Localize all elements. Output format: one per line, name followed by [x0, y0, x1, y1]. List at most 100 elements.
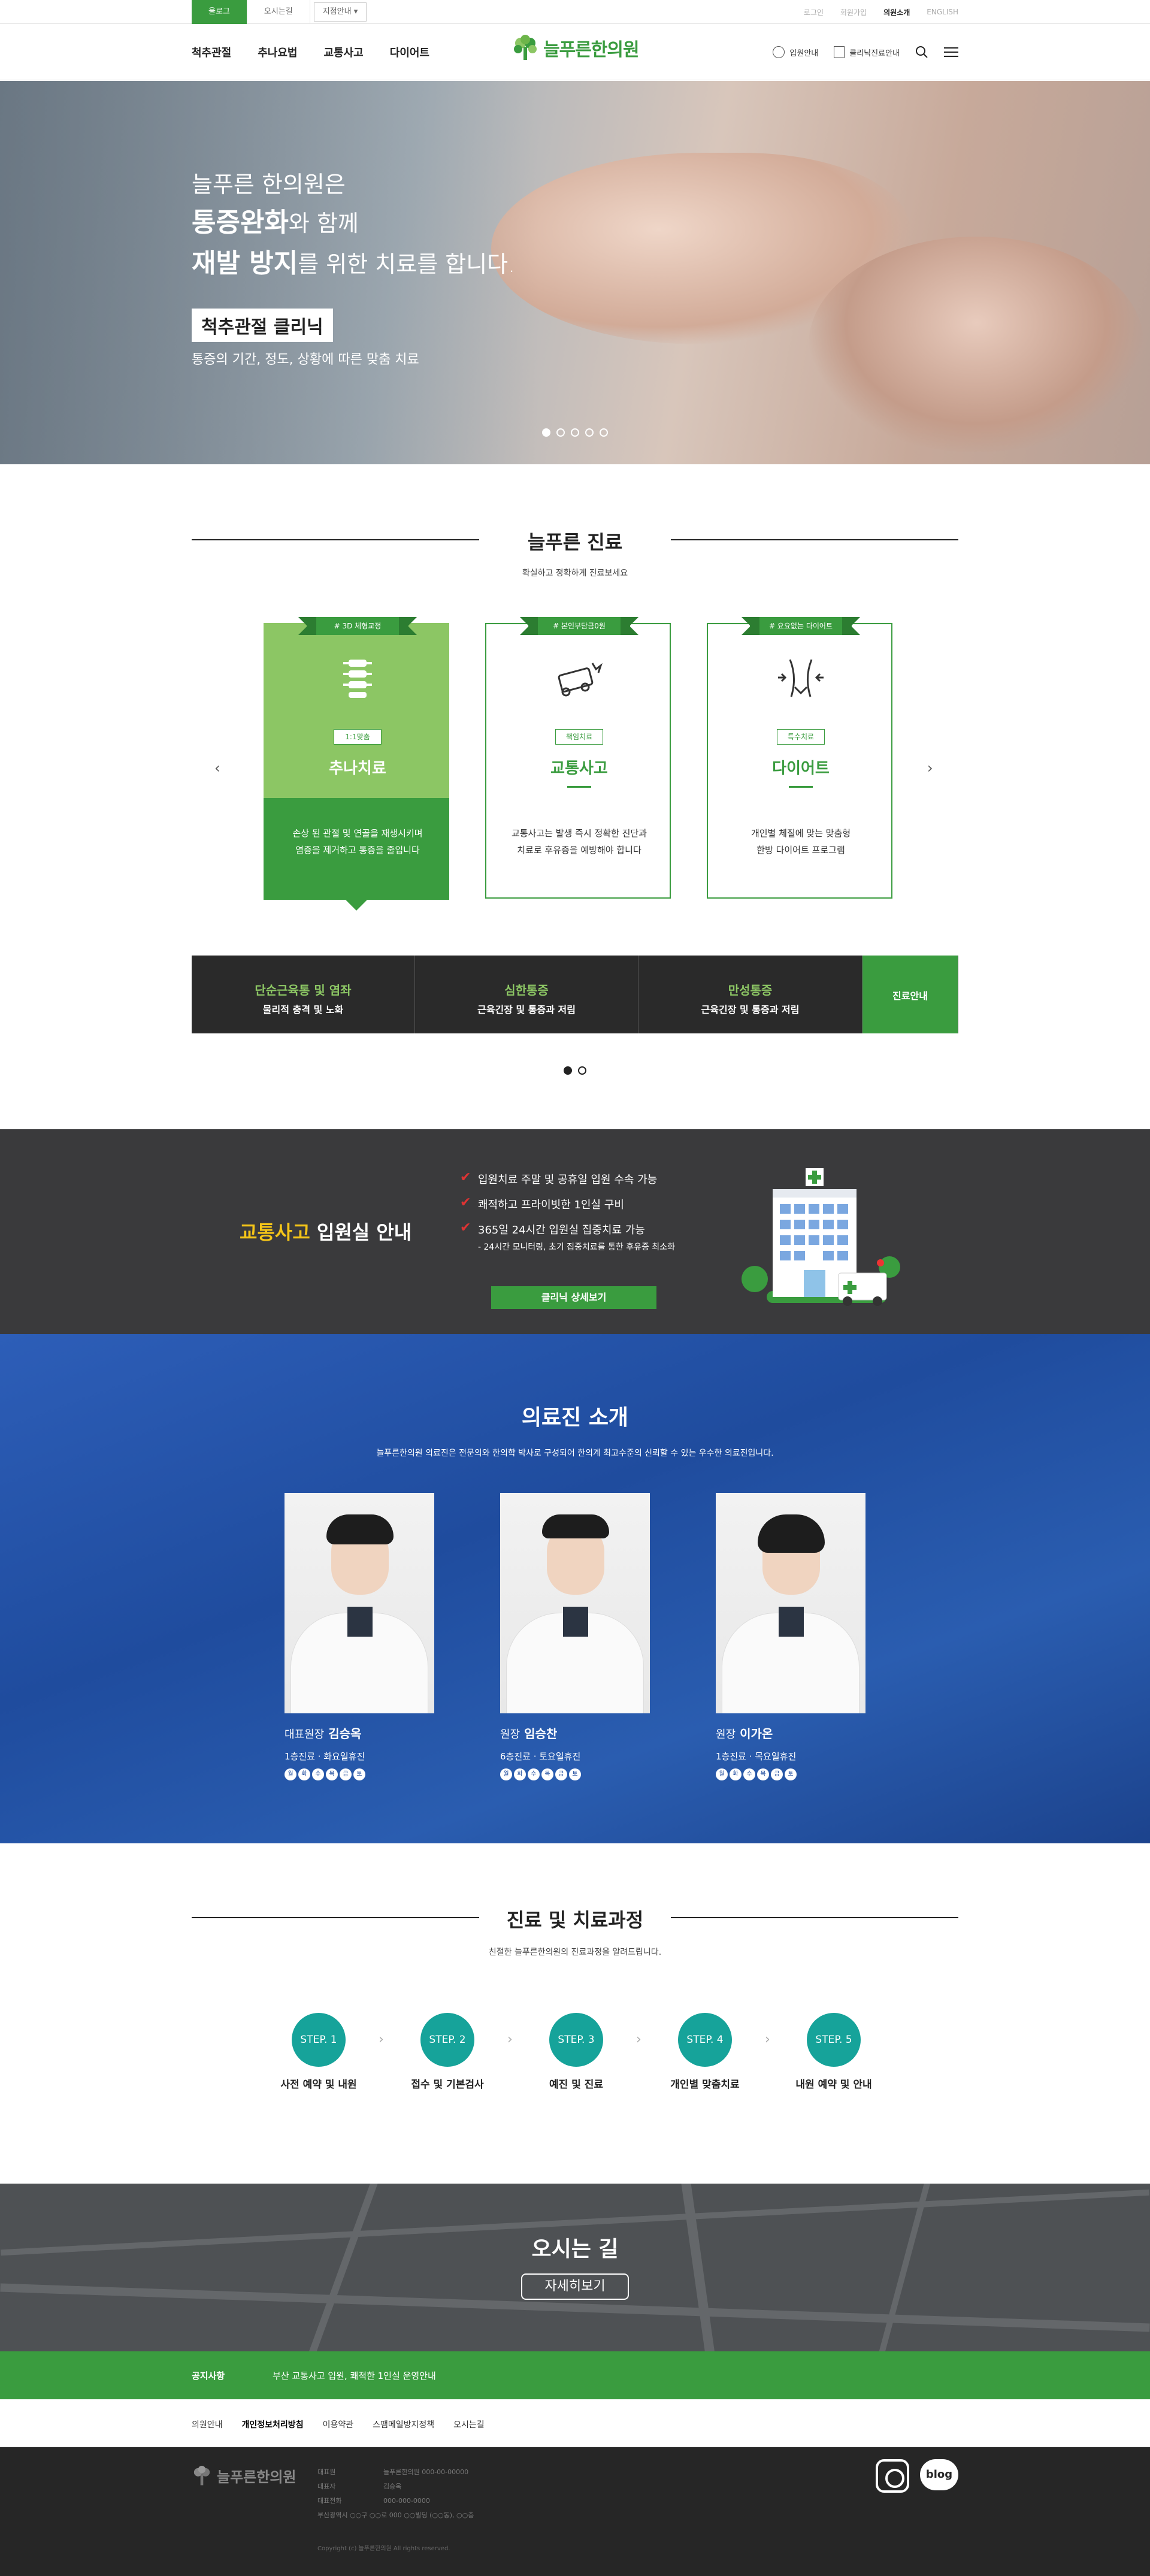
- doctor-days: 월화수목금토: [285, 1768, 434, 1780]
- clinic-info-link[interactable]: 클리닉진료안내: [834, 46, 900, 58]
- info-value: 늘푸른한의원 000-00-00000: [383, 2468, 469, 2476]
- doctor-card[interactable]: 원장 임승찬 6층진료 · 토요일휴진 월화수목금토: [500, 1493, 650, 1780]
- step-circle: STEP. 4: [678, 2013, 732, 2067]
- doctor-photo-neck: [563, 1607, 588, 1637]
- doctor-card[interactable]: 대표원장 김승옥 1층진료 · 화요일휴진 월화수목금토: [285, 1493, 434, 1780]
- doctor-photo-hair: [542, 1514, 609, 1538]
- ward-feature: 365일 24시간 입원실 집중치료 가능 - 24시간 모니터링, 초기 집중치…: [460, 1220, 675, 1253]
- join-link[interactable]: 회원가입: [840, 7, 867, 17]
- step-label: 접수 및 기본검사: [411, 2079, 484, 2091]
- main-nav: 척추관절 추나요법 교통사고 다이어트: [192, 24, 429, 80]
- hero-dot[interactable]: [556, 428, 565, 437]
- clinic-card-chuna[interactable]: # 3D 체형교정 1:1맞춤 추나치료 손상 된 관절 및 연골을 재생시키며…: [264, 617, 449, 911]
- hero-dot[interactable]: [542, 428, 550, 437]
- site-logo[interactable]: 늘푸른한의원: [512, 35, 640, 61]
- clinic-card-accident[interactable]: # 본인부담금0원 책임치료 교통사고 교통사고는 발생 즉시 정확한 진단과 치…: [485, 617, 671, 899]
- info-value: 000-000-0000: [383, 2497, 430, 2505]
- symptom-tab-1[interactable]: 단순근육통 및 염좌 물리적 충격 및 노화: [192, 956, 415, 1033]
- nav-item-diet[interactable]: 다이어트: [390, 44, 429, 60]
- util-links: 로그인 회원가입 의원소개 ENGLISH: [804, 0, 958, 24]
- hero-badge: 척추관절 클리닉: [192, 309, 333, 342]
- doctor-card[interactable]: 원장 이가온 1층진료 · 목요일휴진 월화수목금토: [716, 1493, 865, 1780]
- symptom-tab-title: 단순근육통 및 염좌: [255, 983, 352, 997]
- card-name: 추나치료: [329, 760, 386, 778]
- clinic-guide-button[interactable]: 진료안내: [862, 956, 958, 1033]
- search-icon[interactable]: [915, 46, 928, 59]
- directions-map: 오시는 길 자세히보기: [0, 2184, 1150, 2351]
- nav-item-accident[interactable]: 교통사고: [324, 44, 364, 60]
- footer-link-about[interactable]: 의원안내: [192, 2418, 223, 2430]
- header: 척추관절 추나요법 교통사고 다이어트 늘푸른한의원 입원안내 클리닉진료안내: [0, 24, 1150, 80]
- footer-link-row: 의원안내 개인정보처리방침 이용약관 스팸메일방지정책 오시는길: [192, 2418, 485, 2430]
- day-badge: 목: [541, 1768, 553, 1780]
- nav-item-chuna[interactable]: 추나요법: [258, 44, 297, 60]
- hero-line2-bold: 통증완화: [192, 207, 289, 238]
- footer: 늘푸른한의원 대표원 늘푸른한의원 000-00-00000 대표자 김승옥 대표전…: [0, 2447, 1150, 2576]
- doctor-name: 대표원장 김승옥: [285, 1724, 434, 1741]
- next-arrow-icon[interactable]: ›: [927, 760, 933, 776]
- hero-banner: 늘푸른 한의원은 통증완화와 함께 재발 방지를 위한 치료를 합니다. 척추관…: [0, 81, 1150, 464]
- hero-line2-rest: 와 함께: [288, 210, 359, 237]
- hero-dot[interactable]: [600, 428, 608, 437]
- footer-logo-text: 늘푸른한의원: [217, 2469, 296, 2486]
- menu-icon[interactable]: [944, 46, 958, 58]
- top-tab-blog[interactable]: 울로그: [192, 0, 247, 24]
- about-link[interactable]: 의원소개: [883, 7, 910, 17]
- card-pointer: [344, 899, 368, 923]
- notice-link[interactable]: 부산 교통사고 입원, 쾌적한 1인실 운영안내: [273, 2369, 436, 2382]
- prev-arrow-icon[interactable]: ‹: [214, 760, 220, 776]
- card-desc-line: 손상 된 관절 및 연골을 재생시키며: [292, 828, 423, 839]
- card-desc-line: 한방 다이어트 프로그램: [756, 845, 845, 855]
- footer-link-directions[interactable]: 오시는길: [453, 2418, 485, 2430]
- hero-dot[interactable]: [571, 428, 579, 437]
- doctor-role: 대표원장: [285, 1728, 325, 1741]
- card-pill: 특수치료: [777, 729, 825, 745]
- admission-link[interactable]: 입원안내: [773, 46, 818, 58]
- day-badge: 토: [353, 1768, 365, 1780]
- login-link[interactable]: 로그인: [804, 7, 824, 17]
- ward-feature: 쾌적하고 프라이빗한 1인실 구비: [460, 1195, 675, 1212]
- symptom-tab-2[interactable]: 심한통증 근육긴장 및 통증과 저림: [415, 956, 638, 1033]
- sns-links: blog: [876, 2459, 958, 2493]
- doctor-photo: [285, 1493, 434, 1713]
- footer-link-terms[interactable]: 이용약관: [323, 2418, 354, 2430]
- top-tab-directions[interactable]: 오시는길: [247, 0, 310, 24]
- notice-bar: 공지사항 부산 교통사고 입원, 쾌적한 1인실 운영안내: [0, 2351, 1150, 2399]
- doctor-photo-neck: [347, 1607, 373, 1637]
- clinic-detail-button[interactable]: 클리닉 상세보기: [491, 1286, 656, 1309]
- clinic-dot[interactable]: [578, 1066, 586, 1075]
- hero-line3: 재발 방지를 위한 치료를 합니다.: [192, 241, 515, 280]
- clinic-dot[interactable]: [564, 1066, 572, 1075]
- step-label: 예진 및 진료: [549, 2079, 604, 2091]
- branch-select[interactable]: 지점안내 ▾: [313, 2, 367, 22]
- doctor-name: 원장 이가온: [716, 1724, 865, 1741]
- symptom-tab-title: 심한통증: [504, 983, 549, 997]
- instagram-icon[interactable]: [876, 2459, 909, 2493]
- blog-icon[interactable]: blog: [920, 2459, 958, 2490]
- step-label: 내원 예약 및 안내: [795, 2079, 872, 2091]
- chevron-right-icon: ›: [636, 2032, 641, 2047]
- nav-item-spine[interactable]: 척추관절: [192, 44, 231, 60]
- hero-line2: 통증완화와 함께: [192, 201, 359, 239]
- map-road: [294, 2184, 384, 2351]
- clinic-card-diet[interactable]: # 요요없는 다이어트 특수치료 다이어트 개인별 체질에 맞는 맞춤형 한방 다…: [707, 617, 892, 899]
- ward-feature-text: 입원치료 주말 및 공휴일 입원 수속 가능: [478, 1174, 658, 1186]
- ward-note: - 24시간 모니터링, 초기 집중치료를 통한 후유증 최소화: [478, 1242, 675, 1252]
- ward-feature: 입원치료 주말 및 공휴일 입원 수속 가능: [460, 1170, 675, 1187]
- process-title: 진료 및 치료과정: [506, 1909, 644, 1931]
- day-badge: 화: [298, 1768, 310, 1780]
- hero-pagination: [0, 428, 1150, 437]
- footer-link-spam[interactable]: 스팸메일방지정책: [373, 2418, 434, 2430]
- hero-dot[interactable]: [585, 428, 594, 437]
- footer-link-privacy[interactable]: 개인정보처리방침: [242, 2418, 304, 2430]
- english-link[interactable]: ENGLISH: [927, 8, 958, 16]
- chevron-right-icon: ›: [507, 2032, 513, 2047]
- info-key: 대표전화: [317, 2497, 342, 2505]
- doctor-photo: [500, 1493, 650, 1713]
- map-detail-button[interactable]: 자세히보기: [521, 2273, 629, 2300]
- tree-logo-icon: [193, 2465, 210, 2485]
- card-ribbon: # 요요없는 다이어트: [742, 617, 860, 635]
- symptom-tab-3[interactable]: 만성통증 근육긴장 및 통증과 저림: [638, 956, 862, 1033]
- ward-features: 입원치료 주말 및 공휴일 입원 수속 가능 쾌적하고 프라이빗한 1인실 구비…: [460, 1170, 675, 1262]
- doctor-schedule: 1층진료 · 목요일휴진: [716, 1751, 797, 1762]
